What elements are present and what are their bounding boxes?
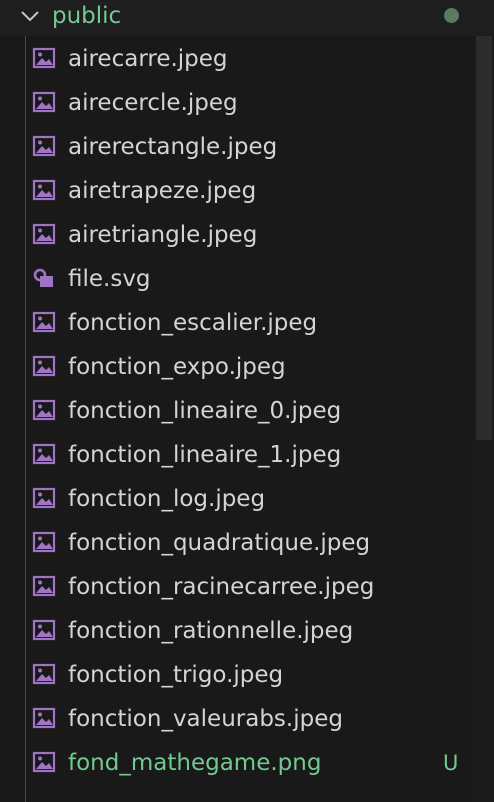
file-row[interactable]: fonction_trigo.jpeg bbox=[0, 653, 474, 697]
file-name: fonction_trigo.jpeg bbox=[68, 662, 284, 688]
file-name: fond_mathegame.png bbox=[68, 750, 322, 776]
file-row[interactable]: fonction_log.jpeg bbox=[0, 477, 474, 521]
image-file-icon bbox=[32, 311, 56, 333]
image-file-icon bbox=[32, 443, 56, 465]
file-row[interactable]: airetrapeze.jpeg bbox=[0, 169, 474, 213]
file-name: file.svg bbox=[68, 266, 151, 292]
file-name: fonction_lineaire_1.jpeg bbox=[68, 442, 342, 468]
file-name: airecarre.jpeg bbox=[68, 46, 228, 72]
file-row[interactable]: airecercle.jpeg bbox=[0, 81, 474, 125]
file-row[interactable]: fonction_escalier.jpeg bbox=[0, 301, 474, 345]
file-explorer: public airecarre.jpeg airecercle.jpeg aire… bbox=[0, 0, 494, 802]
file-row[interactable]: fonction_lineaire_0.jpeg bbox=[0, 389, 474, 433]
image-file-icon bbox=[32, 355, 56, 377]
file-row[interactable]: fonction_rationnelle.jpeg bbox=[0, 609, 474, 653]
file-name: airetrapeze.jpeg bbox=[68, 178, 257, 204]
file-name: airerectangle.jpeg bbox=[68, 134, 278, 160]
file-row[interactable]: fonction_racinecarree.jpeg bbox=[0, 565, 474, 609]
file-name: fonction_quadratique.jpeg bbox=[68, 530, 371, 556]
image-file-icon bbox=[32, 179, 56, 201]
chevron-down-icon[interactable] bbox=[18, 4, 42, 28]
file-name: fonction_lineaire_0.jpeg bbox=[68, 398, 342, 424]
image-file-icon bbox=[32, 47, 56, 69]
file-row[interactable]: airetriangle.jpeg bbox=[0, 213, 474, 257]
image-file-icon bbox=[32, 663, 56, 685]
file-name: fonction_expo.jpeg bbox=[68, 354, 286, 380]
git-status-badge: U bbox=[443, 751, 459, 775]
scroll-thumb[interactable] bbox=[476, 36, 492, 440]
folder-name: public bbox=[52, 3, 122, 29]
file-row[interactable]: file.svg bbox=[0, 257, 474, 301]
scrollbar[interactable] bbox=[474, 36, 494, 802]
image-file-icon bbox=[32, 619, 56, 641]
file-row[interactable]: airecarre.jpeg bbox=[0, 37, 474, 81]
image-file-icon bbox=[32, 751, 56, 773]
image-file-icon bbox=[32, 487, 56, 509]
image-file-icon bbox=[32, 575, 56, 597]
file-name: fonction_log.jpeg bbox=[68, 486, 266, 512]
file-name: fonction_rationnelle.jpeg bbox=[68, 618, 354, 644]
image-file-icon bbox=[32, 135, 56, 157]
image-file-icon bbox=[32, 707, 56, 729]
status-dot bbox=[444, 8, 459, 23]
file-row[interactable]: fonction_expo.jpeg bbox=[0, 345, 474, 389]
image-file-icon bbox=[32, 223, 56, 245]
file-name: fonction_racinecarree.jpeg bbox=[68, 574, 375, 600]
file-row[interactable]: fonction_lineaire_1.jpeg bbox=[0, 433, 474, 477]
file-row[interactable]: airerectangle.jpeg bbox=[0, 125, 474, 169]
file-name: airecercle.jpeg bbox=[68, 90, 238, 116]
file-row[interactable]: fonction_valeurabs.jpeg bbox=[0, 697, 474, 741]
file-name: fonction_escalier.jpeg bbox=[68, 310, 318, 336]
file-row[interactable]: fonction_quadratique.jpeg bbox=[0, 521, 474, 565]
file-name: fonction_valeurabs.jpeg bbox=[68, 706, 343, 732]
file-name: airetriangle.jpeg bbox=[68, 222, 258, 248]
image-file-icon bbox=[32, 531, 56, 553]
svg-file-icon bbox=[32, 267, 56, 289]
image-file-icon bbox=[32, 399, 56, 421]
image-file-icon bbox=[32, 91, 56, 113]
file-row[interactable]: fond_mathegame.png U bbox=[0, 741, 474, 785]
folder-public[interactable]: public bbox=[0, 0, 474, 36]
